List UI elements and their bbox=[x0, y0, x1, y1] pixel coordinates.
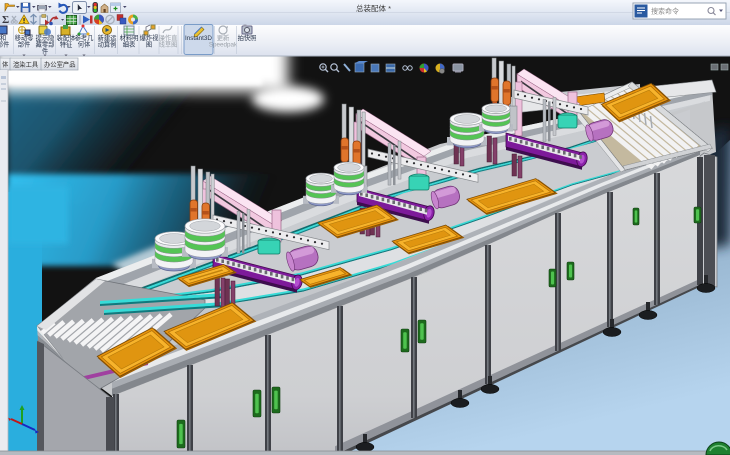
svg-text:拍快照: 拍快照 bbox=[238, 33, 258, 42]
svg-text:部件: 部件 bbox=[0, 40, 9, 49]
svg-text:总装配体 *: 总装配体 * bbox=[356, 3, 391, 13]
svg-text:渲染工具: 渲染工具 bbox=[13, 60, 39, 69]
svg-text:搜索命令: 搜索命令 bbox=[651, 7, 679, 16]
svg-text:细表: 细表 bbox=[123, 40, 136, 49]
svg-text:动算例: 动算例 bbox=[98, 40, 117, 49]
svg-text:图: 图 bbox=[146, 41, 152, 49]
svg-text:何体: 何体 bbox=[78, 40, 91, 49]
svg-text:特征: 特征 bbox=[60, 40, 73, 49]
svg-text:线草图: 线草图 bbox=[159, 40, 178, 49]
svg-text:部件: 部件 bbox=[18, 40, 31, 49]
svg-text:办公室产品: 办公室产品 bbox=[44, 60, 75, 69]
svg-text:Σ: Σ bbox=[2, 14, 9, 26]
svg-text:体: 体 bbox=[2, 60, 9, 69]
svg-text:件: 件 bbox=[42, 46, 48, 55]
svg-text:Speedpak: Speedpak bbox=[209, 42, 238, 49]
